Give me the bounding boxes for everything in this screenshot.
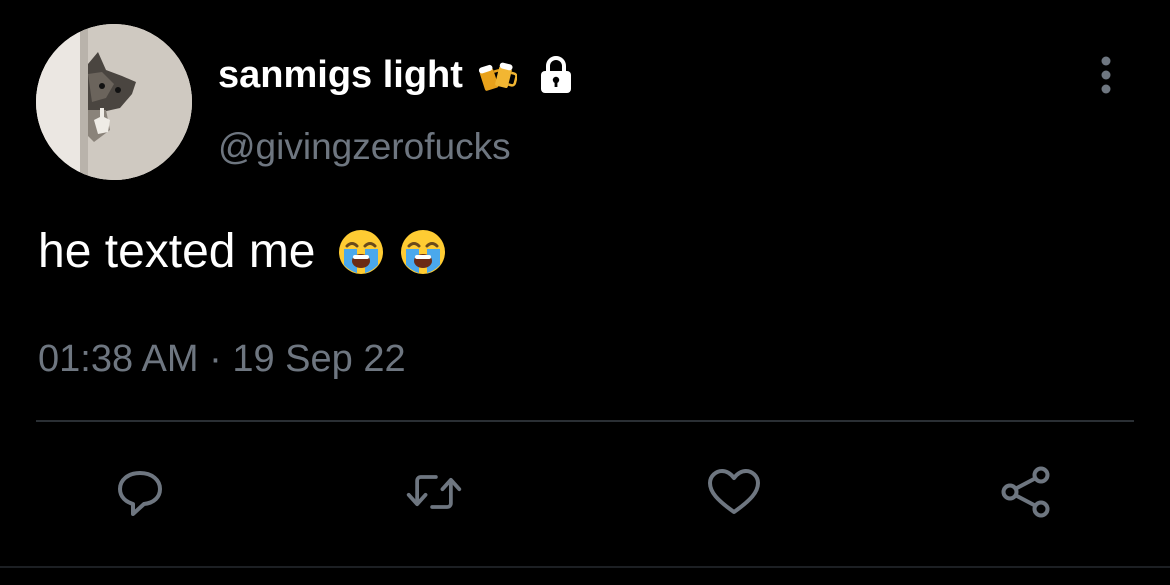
- like-button[interactable]: [704, 462, 764, 522]
- loudly-crying-face-emoji-icon: [398, 227, 448, 277]
- tweet-text-content: he texted me: [38, 225, 316, 278]
- beer-mugs-icon: [477, 55, 518, 95]
- divider: [36, 420, 1134, 422]
- cat-peeking-avatar-icon: [36, 24, 192, 180]
- vertical-ellipsis-icon: [1101, 56, 1111, 94]
- author-name-row: sanmigs light: [218, 50, 577, 100]
- heart-icon: [708, 469, 760, 514]
- reply-button[interactable]: [110, 462, 170, 522]
- reply-icon: [118, 471, 162, 516]
- tweet-text: he texted me: [38, 224, 448, 279]
- more-options-button[interactable]: [1088, 52, 1124, 98]
- display-name[interactable]: sanmigs light: [218, 54, 463, 97]
- lock-icon: [535, 54, 577, 96]
- user-handle[interactable]: @givingzerofucks: [218, 126, 511, 168]
- share-button[interactable]: [996, 462, 1056, 522]
- loudly-crying-face-emoji-icon: [336, 227, 386, 277]
- avatar[interactable]: [36, 24, 192, 180]
- retweet-button[interactable]: [404, 462, 464, 522]
- share-icon: [1001, 466, 1050, 518]
- retweet-icon: [406, 475, 462, 509]
- tweet-timestamp[interactable]: 01:38 AM · 19 Sep 22: [38, 338, 406, 381]
- bottom-divider: [0, 566, 1170, 568]
